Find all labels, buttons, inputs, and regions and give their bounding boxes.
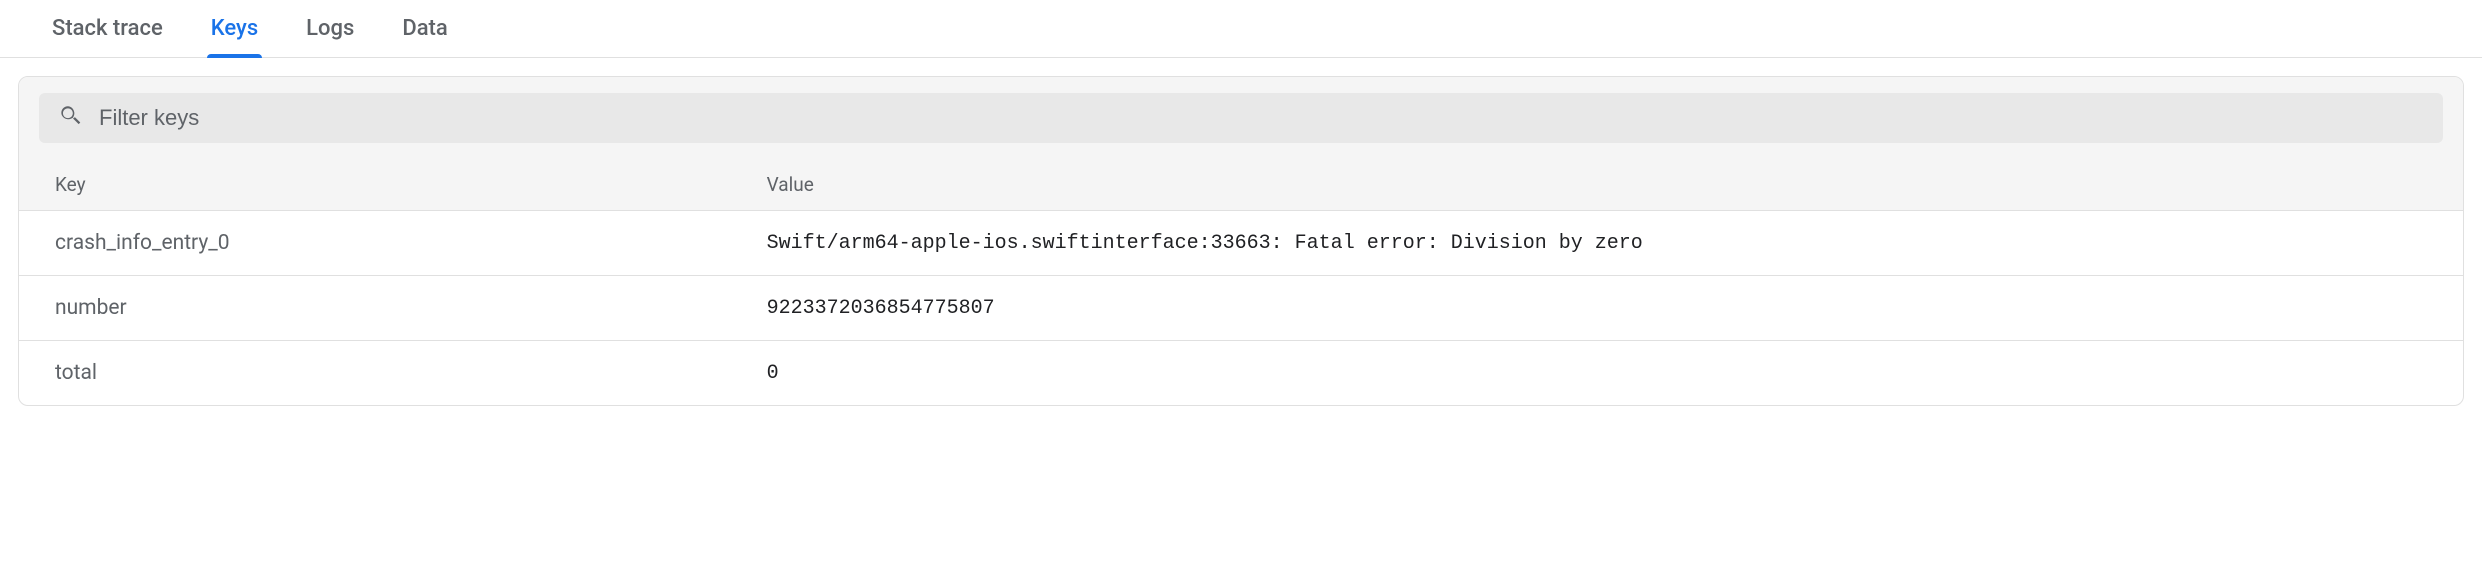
filter-container — [19, 77, 2463, 159]
filter-bar — [39, 93, 2443, 143]
row-key: crash_info_entry_0 — [55, 231, 767, 255]
row-key: number — [55, 296, 767, 320]
tab-stack-trace[interactable]: Stack trace — [28, 0, 187, 57]
row-value: Swift/arm64-apple-ios.swiftinterface:336… — [767, 232, 2427, 255]
table-row: total 0 — [19, 341, 2463, 405]
tab-logs[interactable]: Logs — [282, 0, 378, 57]
row-value: 9223372036854775807 — [767, 297, 2427, 320]
table-header: Key Value — [19, 159, 2463, 211]
header-key: Key — [55, 173, 767, 196]
table-row: number 9223372036854775807 — [19, 276, 2463, 341]
tab-data[interactable]: Data — [378, 0, 471, 57]
table-row: crash_info_entry_0 Swift/arm64-apple-ios… — [19, 211, 2463, 276]
tab-bar: Stack trace Keys Logs Data — [0, 0, 2482, 58]
row-key: total — [55, 361, 767, 385]
row-value: 0 — [767, 362, 2427, 385]
keys-panel: Key Value crash_info_entry_0 Swift/arm64… — [18, 76, 2464, 406]
filter-input[interactable] — [99, 105, 2425, 131]
header-value: Value — [767, 173, 2427, 196]
search-icon — [57, 103, 83, 133]
tab-keys[interactable]: Keys — [187, 0, 282, 57]
